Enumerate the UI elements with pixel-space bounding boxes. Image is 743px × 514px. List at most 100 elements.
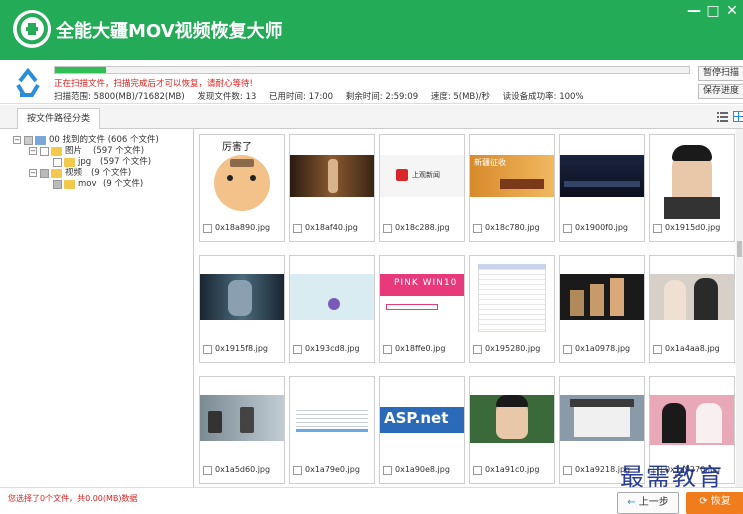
thumbnail-card[interactable]: 0x1a0978.jpg bbox=[559, 255, 645, 363]
tree-checkbox[interactable] bbox=[53, 158, 62, 167]
thumbnail-image bbox=[560, 256, 644, 340]
thumbnail-checkbox[interactable] bbox=[473, 465, 482, 475]
drive-icon bbox=[35, 136, 46, 145]
thumbnail-text: 新疆征收 bbox=[474, 158, 506, 167]
tree-item-mov[interactable]: mov (9 个文件) bbox=[0, 179, 194, 190]
grid-view-icon[interactable] bbox=[733, 111, 743, 122]
selection-summary: 您选择了0个文件，共0.00(MB)数据 bbox=[8, 494, 138, 503]
thumbnail-card[interactable]: 0x18af40.jpg bbox=[289, 134, 375, 242]
file-name: 0x1900f0.jpg bbox=[575, 223, 629, 232]
tree-count-jpg: (597 个文件) bbox=[100, 157, 152, 167]
thumbnail-caption: 0x1900f0.jpg bbox=[563, 223, 628, 233]
tree-count-videos: (9 个文件) bbox=[91, 168, 132, 178]
thumbnail-checkbox[interactable] bbox=[473, 344, 482, 354]
thumbnail-caption: 0x1a4aa8.jpg bbox=[653, 344, 720, 354]
thumbnail-caption: 0x18c288.jpg bbox=[383, 223, 450, 233]
list-view-icon[interactable] bbox=[717, 111, 728, 122]
thumbnail-image bbox=[650, 135, 734, 219]
tree-item-pictures[interactable]: − 图片 (597 个文件) bbox=[0, 146, 194, 157]
tree-item-videos[interactable]: − 视频 (9 个文件) bbox=[0, 168, 194, 179]
thumbnail-checkbox[interactable] bbox=[473, 223, 482, 233]
tree-checkbox[interactable] bbox=[53, 180, 62, 189]
tree-label-videos: 视频 bbox=[65, 168, 83, 178]
maximize-icon[interactable]: □ bbox=[705, 3, 721, 19]
file-tree: − 00 找到的文件 (606 个文件) − 图片 (597 个文件) jpg … bbox=[0, 129, 194, 487]
thumbnail-card[interactable]: 0x1a4aa8.jpg bbox=[649, 255, 735, 363]
thumbnail-caption: 0x18c780.jpg bbox=[473, 223, 540, 233]
thumbnail-card[interactable]: 0x1a91c0.jpg bbox=[469, 376, 555, 484]
thumbnail-card[interactable]: 新疆征收 0x18c780.jpg bbox=[469, 134, 555, 242]
thumbnail-checkbox[interactable] bbox=[383, 465, 392, 475]
tree-checkbox[interactable] bbox=[24, 136, 33, 145]
scan-status-panel: 正在扫描文件，扫描完成后才可以恢复，请耐心等待! 扫描范围: 5800(MB)/… bbox=[0, 60, 743, 104]
thumbnail-caption: 0x193cd8.jpg bbox=[293, 344, 360, 354]
collapse-icon[interactable]: − bbox=[29, 147, 37, 155]
folder-icon bbox=[51, 147, 62, 156]
file-name: 0x1915f8.jpg bbox=[215, 344, 269, 353]
scan-range: 扫描范围: 5800(MB)/71682(MB) bbox=[54, 92, 185, 102]
tab-by-file-path[interactable]: 按文件路径分类 bbox=[17, 108, 101, 129]
thumbnail-card[interactable]: 0x1a79e0.jpg bbox=[289, 376, 375, 484]
close-icon[interactable]: ✕ bbox=[724, 3, 740, 19]
thumbnail-checkbox[interactable] bbox=[383, 223, 392, 233]
thumbnail-grid: 厉害了 0x18a890.jpg 0x18af40.jpg 上观新闻 0x18c… bbox=[195, 129, 735, 487]
thumbnail-image: PINK WIN10 bbox=[380, 256, 464, 340]
recover-button[interactable]: ⟳ 恢复 bbox=[686, 492, 743, 514]
thumbnail-text: 厉害了 bbox=[222, 142, 252, 153]
thumbnail-card[interactable]: 0x1915f8.jpg bbox=[199, 255, 285, 363]
thumbnail-text: ASP.net bbox=[384, 409, 449, 427]
thumbnail-card[interactable]: 0x1915d0.jpg bbox=[649, 134, 735, 242]
tree-label-mov: mov bbox=[78, 179, 97, 189]
thumbnail-checkbox[interactable] bbox=[383, 344, 392, 354]
tree-item-root[interactable]: − 00 找到的文件 (606 个文件) bbox=[0, 135, 194, 146]
thumbnail-card[interactable]: 0x193cd8.jpg bbox=[289, 255, 375, 363]
scrollbar-thumb[interactable] bbox=[737, 241, 742, 257]
collapse-icon[interactable]: − bbox=[13, 136, 21, 144]
thumbnail-checkbox[interactable] bbox=[563, 465, 572, 475]
thumbnail-card[interactable]: 上观新闻 0x18c288.jpg bbox=[379, 134, 465, 242]
thumbnail-card[interactable]: 0x1900f0.jpg bbox=[559, 134, 645, 242]
remaining-time: 剩余时间: 2:59:09 bbox=[345, 92, 419, 102]
thumbnail-checkbox[interactable] bbox=[293, 344, 302, 354]
thumbnail-image bbox=[290, 256, 374, 340]
thumbnail-checkbox[interactable] bbox=[293, 465, 302, 475]
thumbnail-image: ASP.net bbox=[380, 377, 464, 461]
thumbnail-checkbox[interactable] bbox=[203, 465, 212, 475]
thumbnail-checkbox[interactable] bbox=[563, 223, 572, 233]
thumbnail-image bbox=[650, 256, 734, 340]
tree-label-jpg: jpg bbox=[78, 157, 92, 167]
thumbnail-image bbox=[560, 377, 644, 461]
scan-progress-bar bbox=[54, 66, 690, 74]
thumbnail-image bbox=[650, 377, 734, 461]
thumbnail-caption: 0x1915f8.jpg bbox=[203, 344, 268, 354]
tree-count-pictures: (597 个文件) bbox=[93, 146, 145, 156]
minimize-icon[interactable]: — bbox=[686, 3, 702, 19]
thumbnail-card[interactable]: ASP.net 0x1a90e8.jpg bbox=[379, 376, 465, 484]
collapse-icon[interactable]: − bbox=[29, 169, 37, 177]
thumbnail-checkbox[interactable] bbox=[203, 223, 212, 233]
tree-item-jpg[interactable]: jpg (597 个文件) bbox=[0, 157, 194, 168]
thumbnail-checkbox[interactable] bbox=[653, 223, 662, 233]
thumbnail-card[interactable]: PINK WIN10 0x18ffe0.jpg bbox=[379, 255, 465, 363]
folder-icon bbox=[64, 158, 75, 167]
thumbnail-caption: 0x1a5d60.jpg bbox=[203, 465, 270, 475]
thumbnail-checkbox[interactable] bbox=[293, 223, 302, 233]
thumbnail-text: 上观新闻 bbox=[412, 171, 440, 179]
back-arrow-icon: ← bbox=[627, 497, 636, 508]
thumbnail-checkbox[interactable] bbox=[203, 344, 212, 354]
save-progress-button[interactable]: 保存进度 bbox=[698, 84, 743, 99]
tree-label-root: 00 找到的文件 (606 个文件) bbox=[49, 135, 159, 145]
previous-step-button[interactable]: ← 上一步 bbox=[617, 492, 679, 514]
thumbnail-image bbox=[470, 377, 554, 461]
thumbnail-card[interactable]: 0x1a5d60.jpg bbox=[199, 376, 285, 484]
app-logo-icon bbox=[13, 10, 51, 48]
tree-checkbox[interactable] bbox=[40, 147, 49, 156]
thumbnail-checkbox[interactable] bbox=[563, 344, 572, 354]
pause-scan-button[interactable]: 暂停扫描 bbox=[698, 66, 743, 81]
tree-checkbox[interactable] bbox=[40, 169, 49, 178]
thumbnail-card[interactable]: 厉害了 0x18a890.jpg bbox=[199, 134, 285, 242]
thumbnail-card[interactable]: 0x195280.jpg bbox=[469, 255, 555, 363]
grid-scrollbar[interactable] bbox=[736, 129, 743, 487]
thumbnail-checkbox[interactable] bbox=[653, 344, 662, 354]
file-name: 0x1a5d60.jpg bbox=[215, 465, 271, 474]
